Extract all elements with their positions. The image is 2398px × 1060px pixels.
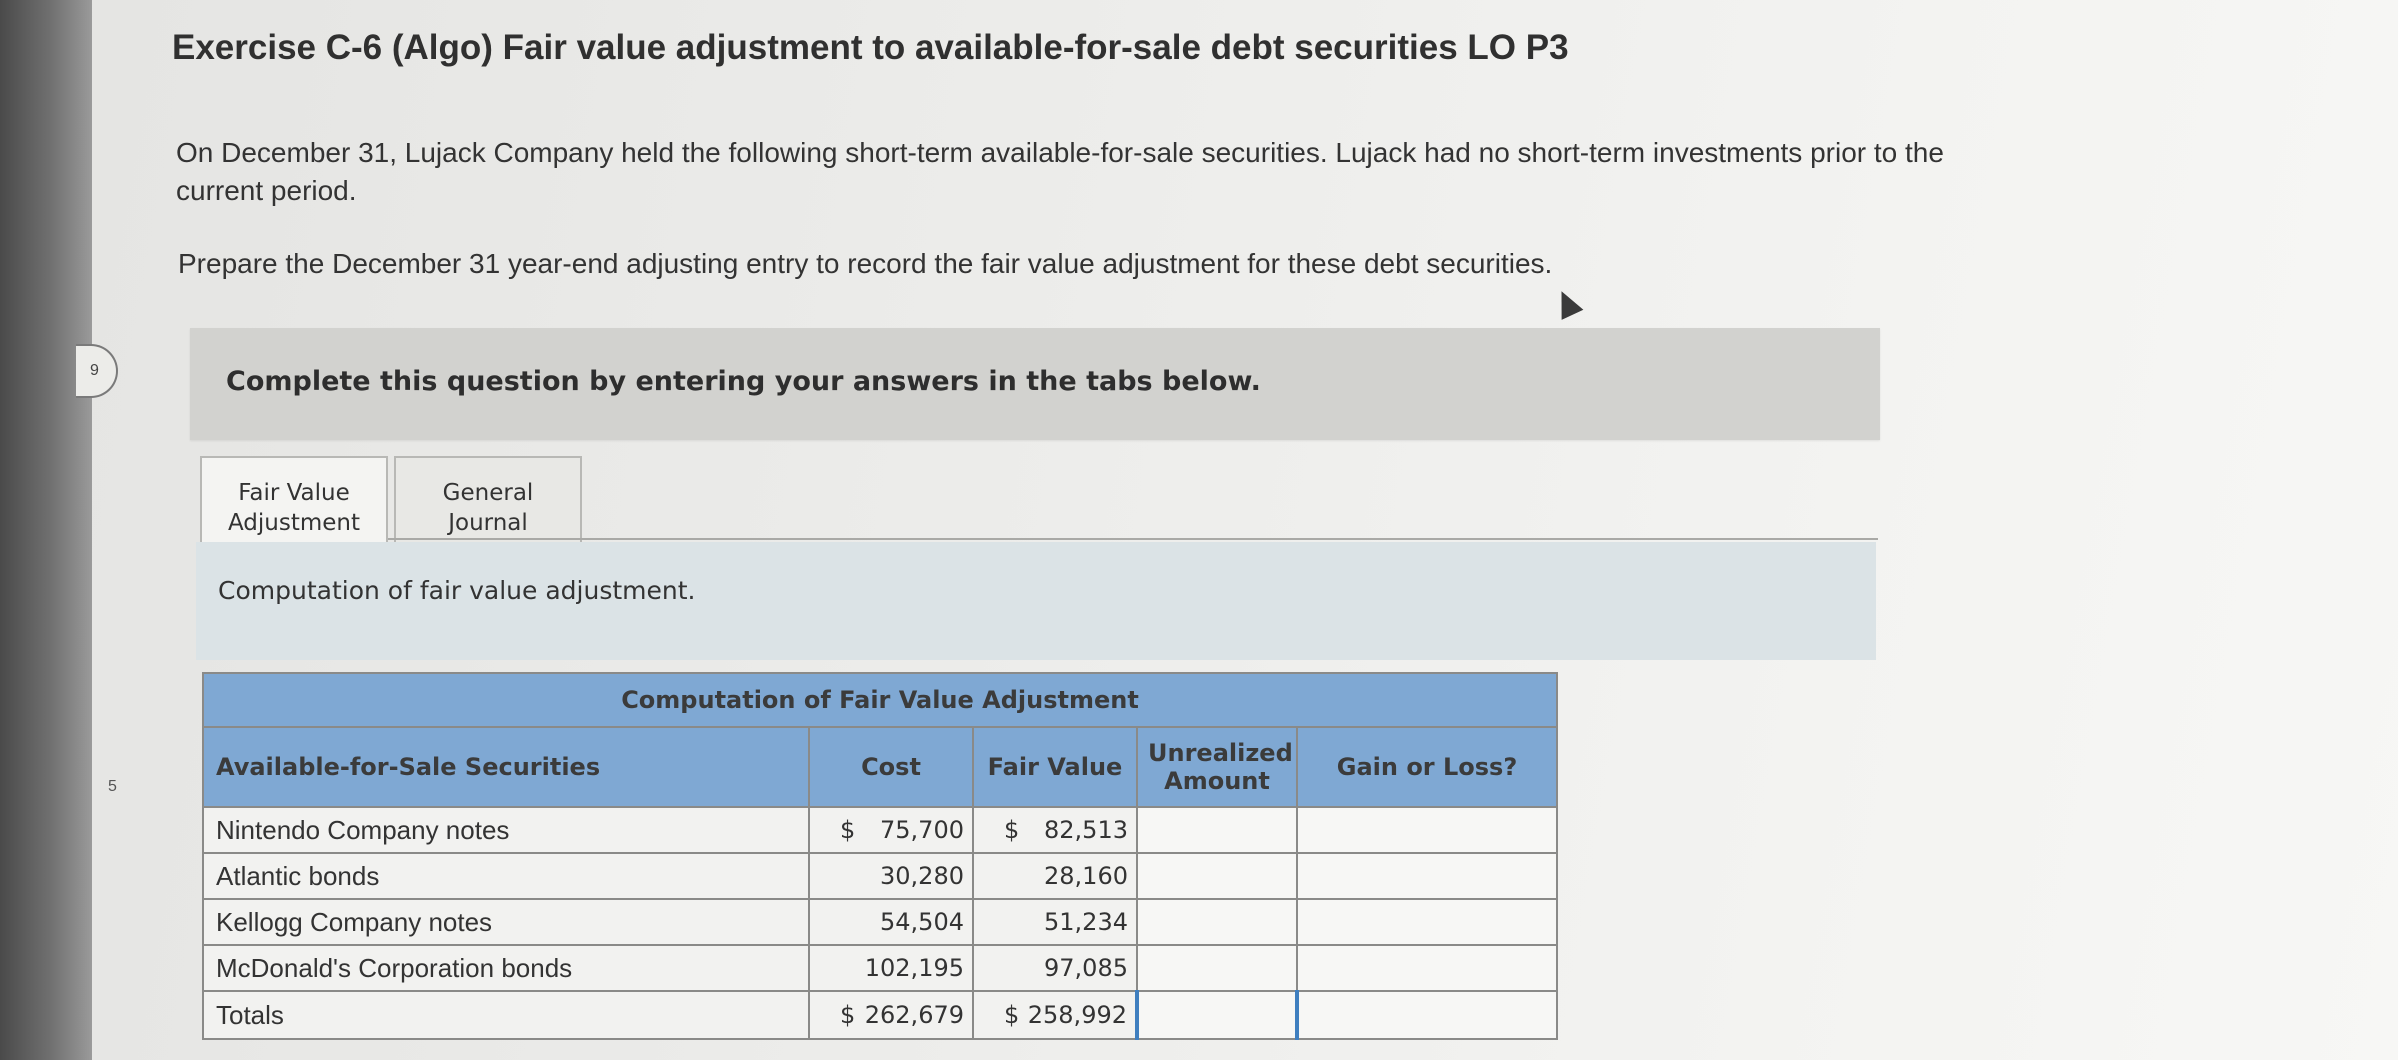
banner-text: Complete this question by entering your …	[226, 366, 1261, 397]
tab-label-line2: Adjustment	[227, 510, 361, 536]
security-name: Atlantic bonds	[202, 852, 810, 900]
gain-or-loss-select[interactable]	[1295, 898, 1559, 946]
question-number-marker: 9	[76, 344, 118, 398]
totals-label: Totals	[202, 990, 810, 1040]
security-name: Nintendo Company notes	[202, 806, 810, 854]
total-fair-value-cell: $258,992	[972, 990, 1138, 1040]
cost-cell: $75,700	[808, 806, 974, 854]
header-unrealized-line1: Unrealized	[1148, 739, 1293, 767]
unrealized-amount-input[interactable]	[1136, 944, 1298, 992]
fair-value-value: 28,160	[1044, 862, 1128, 890]
table-row: Atlantic bonds 30,280 28,160	[202, 852, 1559, 900]
cost-cell: 102,195	[808, 944, 974, 992]
cost-value: 75,700	[880, 816, 964, 844]
panel-text: Computation of fair value adjustment.	[218, 576, 696, 605]
dollar-sign: $	[1004, 816, 1020, 844]
total-unrealized-amount-input[interactable]	[1135, 990, 1298, 1040]
cost-value: 102,195	[864, 954, 964, 982]
security-name: Kellogg Company notes	[202, 898, 810, 946]
tab-label-line1: General	[442, 480, 534, 506]
header-gain-or-loss: Gain or Loss?	[1295, 726, 1559, 808]
dollar-sign: $	[840, 1001, 856, 1029]
header-unrealized-line2: Amount	[1164, 767, 1270, 795]
fair-value-cell: 97,085	[972, 944, 1138, 992]
tab-divider	[388, 538, 1878, 540]
table-row: Kellogg Company notes 54,504 51,234	[202, 898, 1559, 946]
header-fair-value: Fair Value	[972, 726, 1138, 808]
dollar-sign: $	[1004, 1001, 1020, 1029]
fair-value-value: 51,234	[1044, 908, 1128, 936]
tab-label-line1: Fair Value	[238, 480, 350, 506]
cost-cell: 54,504	[808, 898, 974, 946]
tab-fair-value-adjustment[interactable]: Fair Value Adjustment	[200, 456, 388, 552]
cost-value: 30,280	[880, 862, 964, 890]
header-cost: Cost	[808, 726, 974, 808]
table-caption: Computation of Fair Value Adjustment	[201, 672, 1559, 728]
instruction-banner: Complete this question by entering your …	[190, 328, 1880, 440]
fair-value-cell: 51,234	[972, 898, 1138, 946]
exercise-instruction: Prepare the December 31 year-end adjusti…	[178, 248, 1553, 279]
unrealized-amount-input[interactable]	[1136, 806, 1298, 854]
total-cost-cell: $262,679	[808, 990, 974, 1040]
unrealized-amount-input[interactable]	[1136, 898, 1298, 946]
table-row: Nintendo Company notes $75,700 $82,513	[202, 806, 1559, 854]
left-window-edge	[0, 0, 92, 1060]
totals-row: Totals $262,679 $258,992	[202, 990, 1559, 1040]
table-row: McDonald's Corporation bonds 102,195 97,…	[202, 944, 1559, 992]
gain-or-loss-select[interactable]	[1295, 944, 1559, 992]
fair-value-adjustment-table: Computation of Fair Value Adjustment Ava…	[201, 672, 1559, 1040]
side-digit: 5	[108, 778, 117, 795]
exercise-title: Exercise C-6 (Algo) Fair value adjustmen…	[172, 28, 1569, 67]
fair-value-cell: $82,513	[972, 806, 1138, 854]
fair-value-cell: 28,160	[972, 852, 1138, 900]
tab-label-line2: Journal	[448, 510, 528, 536]
header-unrealized-amount: Unrealized Amount	[1136, 726, 1298, 808]
gain-or-loss-select[interactable]	[1295, 806, 1559, 854]
total-fair-value-value: 258,992	[1027, 1001, 1127, 1029]
cost-value: 54,504	[880, 908, 964, 936]
mouse-cursor-icon	[1550, 286, 1584, 320]
total-cost-value: 262,679	[864, 1001, 964, 1029]
header-security: Available-for-Sale Securities	[202, 726, 810, 808]
exercise-intro: On December 31, Lujack Company held the …	[176, 137, 1944, 206]
total-gain-or-loss-select[interactable]	[1294, 990, 1559, 1040]
tab-content-header: Computation of fair value adjustment.	[196, 542, 1876, 660]
fair-value-value: 82,513	[1044, 816, 1128, 844]
security-name: McDonald's Corporation bonds	[202, 944, 810, 992]
unrealized-amount-input[interactable]	[1136, 852, 1298, 900]
gain-or-loss-select[interactable]	[1295, 852, 1559, 900]
cost-cell: 30,280	[808, 852, 974, 900]
dollar-sign: $	[840, 816, 856, 844]
fair-value-value: 97,085	[1044, 954, 1128, 982]
question-number: 9	[90, 362, 99, 379]
